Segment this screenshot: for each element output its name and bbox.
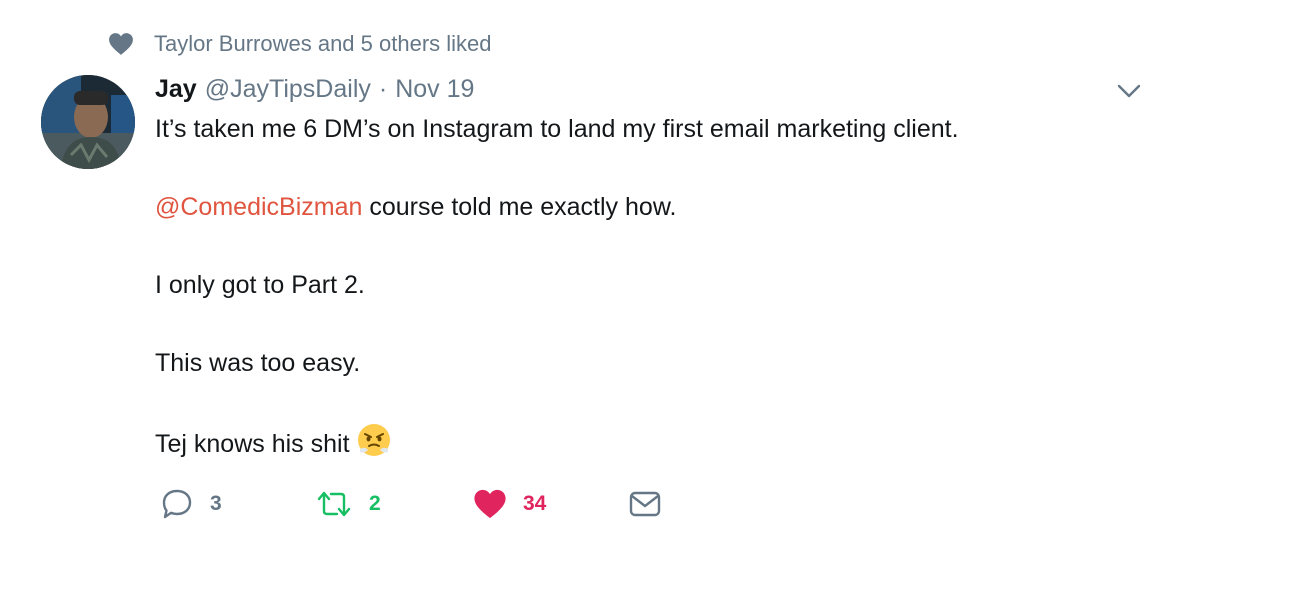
- tweet-actions: 3 2 34: [160, 484, 680, 524]
- chevron-down-icon[interactable]: [1115, 78, 1143, 102]
- like-button[interactable]: 34: [473, 484, 546, 524]
- tweet-date[interactable]: Nov 19: [395, 75, 474, 104]
- tweet[interactable]: Jay @JayTipsDaily · Nov 19 It’s taken me…: [155, 70, 1155, 464]
- social-context-text[interactable]: Taylor Burrowes and 5 others liked: [154, 31, 492, 57]
- tweet-paragraph: Tej knows his shit: [155, 422, 1155, 464]
- heart-icon: [109, 33, 133, 55]
- author-name[interactable]: Jay: [155, 75, 197, 104]
- envelope-icon: [629, 491, 661, 517]
- retweet-count: 2: [369, 492, 381, 515]
- author-handle[interactable]: @JayTipsDaily: [205, 75, 371, 104]
- separator-dot: ·: [378, 74, 388, 103]
- reply-button[interactable]: 3: [160, 484, 222, 524]
- tweet-text: It’s taken me 6 DM’s on Instagram to lan…: [155, 110, 1155, 464]
- retweet-icon: [317, 491, 351, 517]
- avatar-image: [41, 75, 135, 169]
- tweet-paragraph-text: course told me exactly how.: [369, 193, 677, 221]
- like-count: 34: [523, 492, 547, 515]
- direct-message-button[interactable]: [628, 484, 662, 524]
- tweet-paragraph: I only got to Part 2.: [155, 271, 365, 299]
- tweet-paragraph: It’s taken me 6 DM’s on Instagram to lan…: [155, 115, 959, 143]
- tweet-paragraph: @ComedicBizman course told me exactly ho…: [155, 188, 1155, 227]
- tweet-paragraph: This was too easy.: [155, 349, 361, 377]
- tweet-paragraph-text: Tej knows his shit: [155, 430, 350, 458]
- face-with-steam-from-nose-emoji: [357, 424, 390, 456]
- retweet-button[interactable]: 2: [315, 484, 381, 524]
- mention-link[interactable]: @ComedicBizman: [155, 193, 362, 221]
- avatar[interactable]: [41, 75, 135, 169]
- social-context: Taylor Burrowes and 5 others liked: [108, 30, 492, 58]
- heart-icon: [474, 489, 506, 519]
- reply-icon: [162, 489, 192, 519]
- tweet-header: Jay @JayTipsDaily · Nov 19: [155, 70, 1155, 108]
- reply-count: 3: [210, 492, 222, 515]
